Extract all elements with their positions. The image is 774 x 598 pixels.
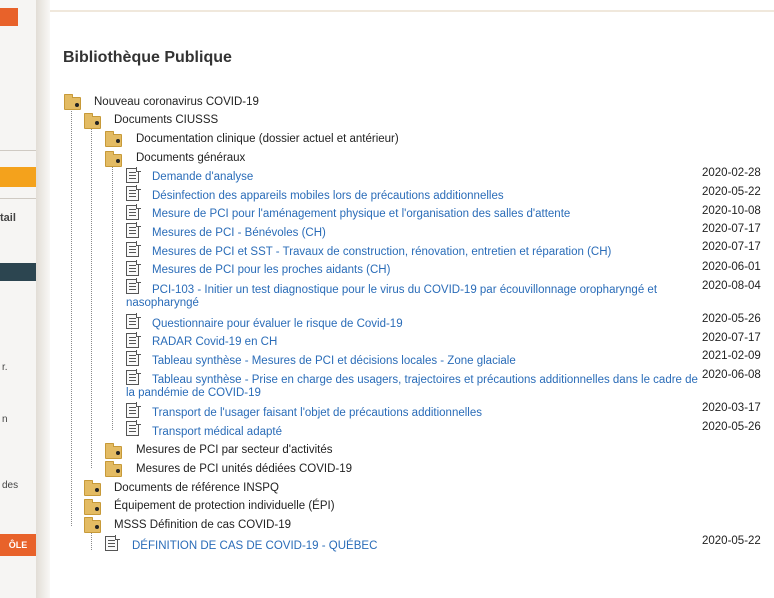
document-icon	[126, 421, 139, 436]
document-link[interactable]: PCI-103 - Initier un test diagnostique p…	[126, 284, 686, 310]
document-icon	[126, 351, 139, 366]
document-date: 2020-07-17	[702, 332, 761, 344]
document-icon	[126, 242, 139, 257]
document-icon	[126, 205, 139, 220]
expand-dot-icon[interactable]	[75, 103, 79, 107]
document-date: 2020-02-28	[702, 167, 761, 179]
document-link[interactable]: Tableau synthèse - Prise en charge des u…	[126, 374, 706, 400]
document-icon	[126, 261, 139, 276]
expand-dot-icon[interactable]	[95, 488, 99, 492]
tree-node-root[interactable]: Nouveau coronavirus COVID-19	[94, 96, 259, 108]
document-link[interactable]: Désinfection des appareils mobiles lors …	[152, 190, 504, 202]
tree-node-ref-inspq[interactable]: Documents de référence INSPQ	[114, 482, 279, 494]
tree-node-docs-generaux[interactable]: Documents généraux	[136, 152, 245, 164]
document-icon	[126, 186, 139, 201]
document-link[interactable]: Mesure de PCI pour l'aménagement physiqu…	[152, 208, 570, 220]
expand-dot-icon[interactable]	[116, 451, 120, 455]
document-link[interactable]: Mesures de PCI pour les proches aidants …	[152, 264, 390, 276]
divider	[0, 150, 36, 151]
expand-dot-icon[interactable]	[95, 525, 99, 529]
document-date: 2020-08-04	[702, 280, 761, 292]
tree-connector	[112, 164, 113, 430]
sidebar-logo-mark	[0, 8, 18, 26]
document-icon	[126, 333, 139, 348]
document-icon	[126, 168, 139, 183]
document-date: 2020-07-17	[702, 223, 761, 235]
document-date: 2020-06-08	[702, 369, 761, 381]
document-icon	[126, 403, 139, 418]
document-link[interactable]: Transport médical adapté	[152, 426, 282, 438]
tree-connector	[91, 126, 92, 468]
document-date: 2020-07-17	[702, 241, 761, 253]
sidebar-highlight-bar	[0, 167, 36, 187]
document-link[interactable]: RADAR Covid-19 en CH	[152, 336, 277, 348]
sidebar-item-detail[interactable]: tail	[0, 212, 16, 224]
document-link[interactable]: DÉFINITION DE CAS DE COVID-19 - QUÉBEC	[132, 540, 377, 552]
expand-dot-icon[interactable]	[116, 159, 120, 163]
document-link[interactable]: Questionnaire pour évaluer le risque de …	[152, 318, 403, 330]
divider	[0, 198, 36, 199]
expand-dot-icon[interactable]	[116, 139, 120, 143]
document-date: 2020-03-17	[702, 402, 761, 414]
tree-connector	[91, 530, 92, 550]
expand-dot-icon[interactable]	[95, 507, 99, 511]
document-link[interactable]: Demande d'analyse	[152, 171, 253, 183]
document-link[interactable]: Transport de l'usager faisant l'objet de…	[152, 407, 482, 419]
page-title: Bibliothèque Publique	[63, 49, 232, 66]
document-link[interactable]: Mesures de PCI - Bénévoles (CH)	[152, 227, 326, 239]
document-icon	[126, 314, 139, 329]
tree-node-msss[interactable]: MSSS Définition de cas COVID-19	[114, 519, 291, 531]
document-date: 2021-02-09	[702, 350, 761, 362]
library-panel: Bibliothèque Publique Nouveau coronaviru…	[50, 0, 774, 598]
document-link[interactable]: Mesures de PCI et SST - Travaux de const…	[152, 246, 611, 258]
sidebar-item-n[interactable]: n	[2, 414, 8, 425]
document-date: 2020-05-22	[702, 535, 761, 547]
document-date: 2020-06-01	[702, 261, 761, 273]
document-date: 2020-05-26	[702, 421, 761, 433]
document-icon	[105, 536, 118, 551]
sidebar-role-button[interactable]: ÔLE	[0, 534, 36, 556]
tree-connector	[71, 108, 72, 526]
sidebar-item-r[interactable]: r.	[2, 362, 8, 373]
document-date: 2020-10-08	[702, 205, 761, 217]
tree-node-documents-ciusss[interactable]: Documents CIUSSS	[114, 114, 218, 126]
expand-dot-icon[interactable]	[95, 121, 99, 125]
document-date: 2020-05-26	[702, 313, 761, 325]
expand-dot-icon[interactable]	[116, 469, 120, 473]
tree-node-pci-unites[interactable]: Mesures de PCI unités dédiées COVID-19	[136, 463, 352, 475]
tree-node-doc-clinique[interactable]: Documentation clinique (dossier actuel e…	[136, 133, 399, 145]
sidebar: tail r. n des ÔLE	[0, 0, 37, 598]
document-link[interactable]: Tableau synthèse - Mesures de PCI et déc…	[152, 355, 516, 367]
tree-node-pci-secteur[interactable]: Mesures de PCI par secteur d'activités	[136, 444, 333, 456]
document-date: 2020-05-22	[702, 186, 761, 198]
tree-node-epi[interactable]: Équipement de protection individuelle (É…	[114, 500, 335, 512]
panel-shadow	[36, 0, 50, 598]
sidebar-dark-bar	[0, 263, 36, 281]
document-icon	[126, 223, 139, 238]
sidebar-item-des[interactable]: des	[2, 480, 18, 491]
